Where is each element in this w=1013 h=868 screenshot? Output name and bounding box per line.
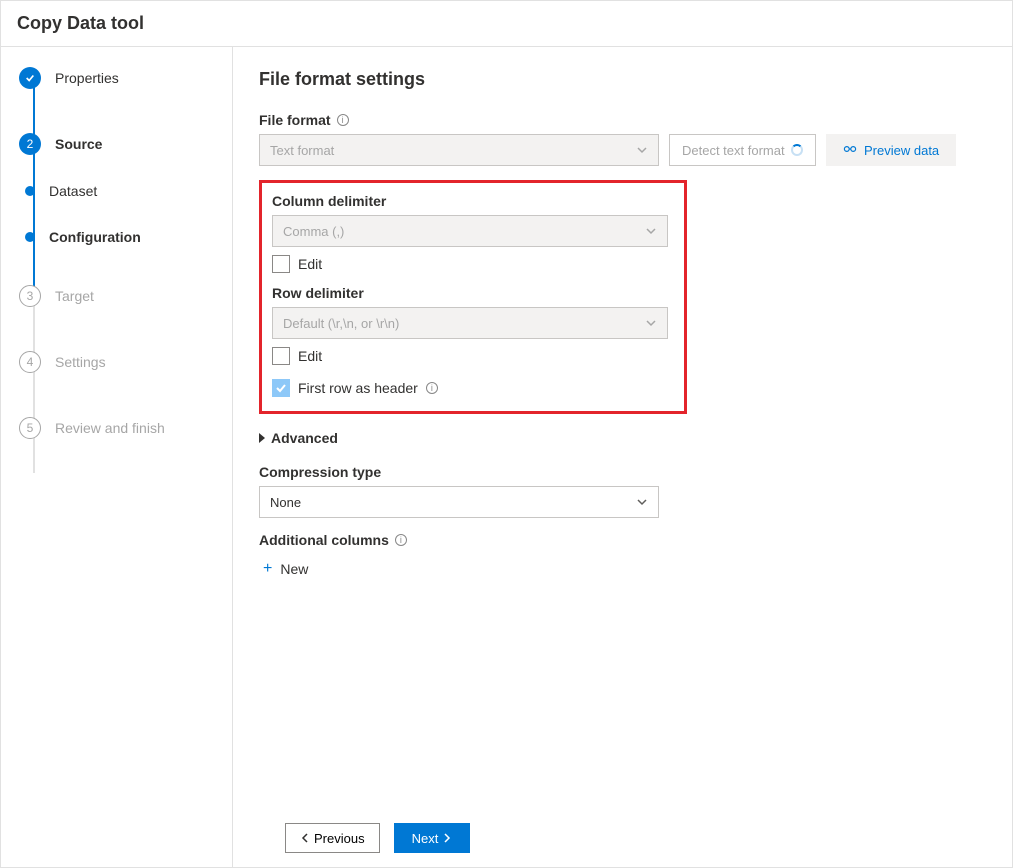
- wizard-substep-dataset[interactable]: Dataset: [19, 183, 232, 229]
- chevron-right-icon: [442, 831, 452, 846]
- additional-columns-group: Additional columns i + New: [259, 532, 986, 584]
- add-column-button[interactable]: + New: [259, 554, 986, 584]
- wizard-sidebar: Properties 2 Source Dataset Configuratio…: [1, 47, 233, 867]
- info-icon[interactable]: i: [395, 534, 407, 546]
- step-number-badge: 4: [19, 351, 41, 373]
- preview-icon: [842, 143, 858, 158]
- step-number-badge: 5: [19, 417, 41, 439]
- chevron-down-icon: [645, 225, 657, 237]
- column-delimiter-label: Column delimiter: [272, 193, 386, 209]
- next-button[interactable]: Next: [394, 823, 471, 853]
- advanced-label: Advanced: [271, 430, 338, 446]
- wizard-footer: Previous Next: [259, 809, 986, 867]
- column-delimiter-value: Comma (,): [283, 224, 344, 239]
- spinner-icon: [791, 144, 803, 156]
- advanced-toggle[interactable]: Advanced: [259, 430, 986, 446]
- first-row-header-checkbox[interactable]: [272, 379, 290, 397]
- substep-dot-icon: [25, 232, 35, 242]
- row-delimiter-select[interactable]: Default (\r,\n, or \r\n): [272, 307, 668, 339]
- check-icon: [19, 67, 41, 89]
- page-title: File format settings: [259, 69, 986, 90]
- plus-icon: +: [263, 560, 272, 578]
- wizard-step-settings[interactable]: 4 Settings: [19, 351, 232, 417]
- additional-columns-label: Additional columns: [259, 532, 389, 548]
- row-delimiter-edit-checkbox[interactable]: [272, 347, 290, 365]
- file-format-value: Text format: [270, 143, 334, 158]
- substep-label: Configuration: [49, 229, 141, 245]
- detect-label: Detect text format: [682, 143, 785, 158]
- detect-format-button[interactable]: Detect text format: [669, 134, 816, 166]
- wizard-step-target[interactable]: 3 Target: [19, 285, 232, 351]
- wizard-substep-configuration[interactable]: Configuration: [19, 229, 232, 285]
- file-format-select[interactable]: Text format: [259, 134, 659, 166]
- step-label: Properties: [55, 70, 119, 86]
- edit-label: Edit: [298, 256, 322, 272]
- main-panel: File format settings File format i Text …: [233, 47, 1012, 867]
- chevron-left-icon: [300, 831, 310, 846]
- step-label: Settings: [55, 354, 106, 370]
- step-number-badge: 3: [19, 285, 41, 307]
- column-delimiter-select[interactable]: Comma (,): [272, 215, 668, 247]
- step-label: Source: [55, 136, 102, 152]
- previous-button[interactable]: Previous: [285, 823, 380, 853]
- first-row-header-label: First row as header: [298, 380, 418, 396]
- compression-group: Compression type None: [259, 464, 986, 518]
- previous-label: Previous: [314, 831, 365, 846]
- triangle-right-icon: [259, 433, 265, 443]
- step-label: Target: [55, 288, 94, 304]
- info-icon[interactable]: i: [426, 382, 438, 394]
- compression-select[interactable]: None: [259, 486, 659, 518]
- column-delimiter-edit-checkbox[interactable]: [272, 255, 290, 273]
- chevron-down-icon: [636, 144, 648, 156]
- row-delimiter-label: Row delimiter: [272, 285, 364, 301]
- substep-label: Dataset: [49, 183, 97, 199]
- info-icon[interactable]: i: [337, 114, 349, 126]
- edit-label: Edit: [298, 348, 322, 364]
- new-label: New: [280, 561, 308, 577]
- row-delimiter-value: Default (\r,\n, or \r\n): [283, 316, 399, 331]
- app-title: Copy Data tool: [1, 1, 1012, 47]
- next-label: Next: [412, 831, 439, 846]
- step-number-badge: 2: [19, 133, 41, 155]
- chevron-down-icon: [645, 317, 657, 329]
- chevron-down-icon: [636, 496, 648, 508]
- substep-dot-icon: [25, 186, 35, 196]
- wizard-step-properties[interactable]: Properties: [19, 67, 232, 133]
- wizard-step-review[interactable]: 5 Review and finish: [19, 417, 232, 439]
- compression-label: Compression type: [259, 464, 381, 480]
- compression-value: None: [270, 495, 301, 510]
- file-format-group: File format i Text format Detect text fo…: [259, 112, 986, 166]
- preview-data-button[interactable]: Preview data: [826, 134, 956, 166]
- step-label: Review and finish: [55, 420, 165, 436]
- file-format-label: File format: [259, 112, 331, 128]
- wizard-step-source[interactable]: 2 Source: [19, 133, 232, 183]
- preview-label: Preview data: [864, 143, 939, 158]
- delimiter-highlight-box: Column delimiter Comma (,) Edit Row deli…: [259, 180, 687, 414]
